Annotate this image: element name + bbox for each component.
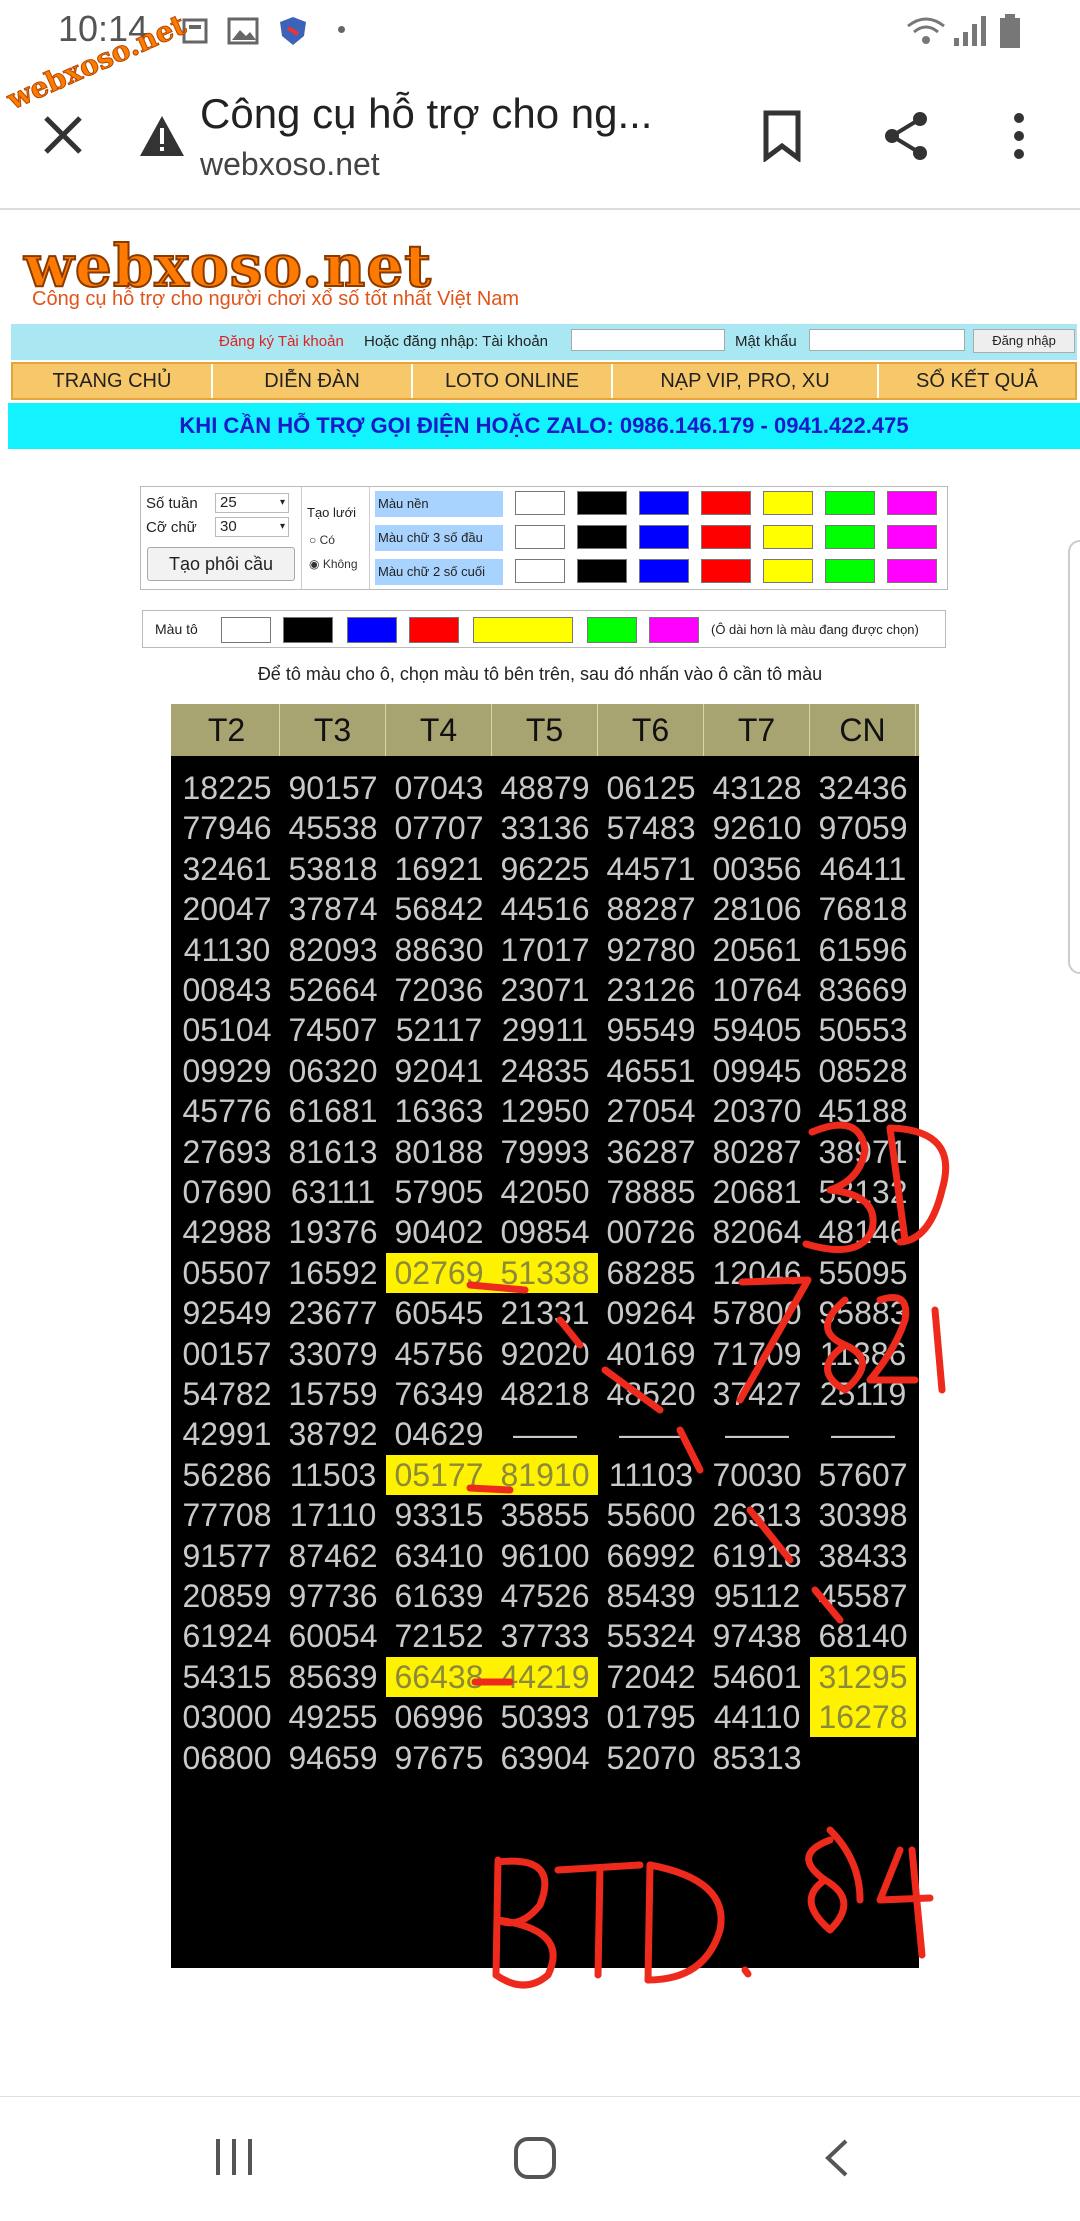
recent-apps-icon[interactable] <box>212 2137 256 2177</box>
home-icon[interactable] <box>512 2135 558 2181</box>
annotation-arrows <box>466 1281 844 1686</box>
annotation-7821-mark <box>736 1276 946 1404</box>
page-scrollbar[interactable] <box>1068 540 1080 974</box>
system-navigation-bar <box>0 2096 1080 2221</box>
handwritten-annotations <box>466 1121 950 1989</box>
annotation-btd-84 <box>492 1826 934 1989</box>
back-icon[interactable] <box>822 2137 852 2179</box>
annotation-3d-mark <box>802 1121 950 1253</box>
